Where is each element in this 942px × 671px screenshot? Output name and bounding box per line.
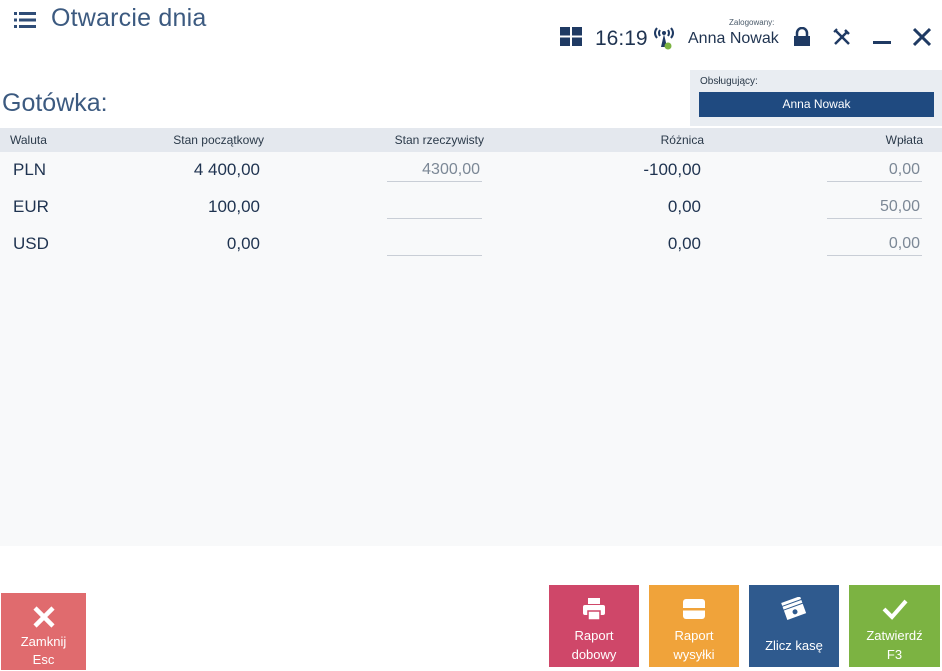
daily-report-label-1: Raport xyxy=(574,628,614,643)
close-button-shortcut: Esc xyxy=(32,652,55,667)
close-icon[interactable] xyxy=(912,27,932,47)
x-icon xyxy=(32,605,56,632)
operator-select[interactable]: Anna Nowak xyxy=(699,92,934,117)
difference-cell: -100,00 xyxy=(643,160,701,179)
logged-label: Zalogowany: xyxy=(729,18,775,27)
lock-icon[interactable] xyxy=(792,26,812,47)
start-balance-cell: 100,00 xyxy=(208,197,260,216)
page-title: Otwarcie dnia xyxy=(51,4,207,32)
actual-balance-input[interactable] xyxy=(387,232,482,256)
menu-icon[interactable] xyxy=(14,11,36,29)
start-balance-cell: 4 400,00 xyxy=(193,160,260,179)
header-deposit: Wpłata xyxy=(885,133,923,147)
tools-icon[interactable] xyxy=(832,27,852,47)
check-icon xyxy=(882,597,908,624)
minimize-icon[interactable] xyxy=(873,27,891,47)
table-header: Waluta Stan początkowy Stan rzeczywisty … xyxy=(0,128,942,152)
currency-cell: USD xyxy=(13,234,49,253)
printer-icon xyxy=(582,597,606,624)
daily-report-button[interactable]: Raport dobowy xyxy=(549,585,639,667)
table-row: USD 0,00 0,00 xyxy=(0,226,942,263)
deposit-input[interactable] xyxy=(827,195,922,219)
cash-icon xyxy=(781,596,807,624)
shipment-report-button[interactable]: Raport wysyłki xyxy=(649,585,739,667)
confirm-button-label: Zatwierdź xyxy=(866,628,923,643)
header-difference: Różnica xyxy=(660,133,704,147)
deposit-input[interactable] xyxy=(827,232,922,256)
signal-icon xyxy=(652,25,676,51)
header-currency: Waluta xyxy=(10,133,47,147)
logged-user: Anna Nowak xyxy=(688,30,779,47)
deposit-input[interactable] xyxy=(827,158,922,182)
operator-label: Obsługujący: xyxy=(700,76,758,87)
count-cash-button[interactable]: Zlicz kasę xyxy=(749,585,839,667)
currency-cell: EUR xyxy=(13,197,49,216)
count-cash-label: Zlicz kasę xyxy=(765,638,823,653)
currency-cell: PLN xyxy=(13,160,47,179)
title-bar: Otwarcie dnia 16:19 Zalogowany: Anna Now… xyxy=(0,0,942,60)
cash-table: Waluta Stan początkowy Stan rzeczywisty … xyxy=(0,128,942,546)
close-button[interactable]: Zamknij Esc xyxy=(1,593,86,670)
confirm-button-shortcut: F3 xyxy=(886,647,903,662)
header-actual-balance: Stan rzeczywisty xyxy=(394,133,484,147)
tiles-icon[interactable] xyxy=(560,27,582,46)
difference-cell: 0,00 xyxy=(667,234,701,253)
daily-report-label-2: dobowy xyxy=(571,647,617,662)
card-icon xyxy=(682,597,706,624)
close-button-label: Zamknij xyxy=(20,634,67,649)
actual-balance-input[interactable] xyxy=(387,195,482,219)
actual-balance-input[interactable] xyxy=(387,158,482,182)
shipment-report-label-1: Raport xyxy=(674,628,714,643)
start-balance-cell: 0,00 xyxy=(226,234,260,253)
operator-panel: Obsługujący: Anna Nowak xyxy=(690,70,942,126)
difference-cell: 0,00 xyxy=(667,197,701,216)
table-row: PLN 4 400,00 -100,00 xyxy=(0,152,942,189)
clock: 16:19 xyxy=(595,27,648,50)
section-title: Gotówka: xyxy=(2,89,108,117)
shipment-report-label-2: wysyłki xyxy=(673,647,715,662)
table-row: EUR 100,00 0,00 xyxy=(0,189,942,226)
confirm-button[interactable]: Zatwierdź F3 xyxy=(849,585,940,667)
header-start-balance: Stan początkowy xyxy=(173,133,264,147)
